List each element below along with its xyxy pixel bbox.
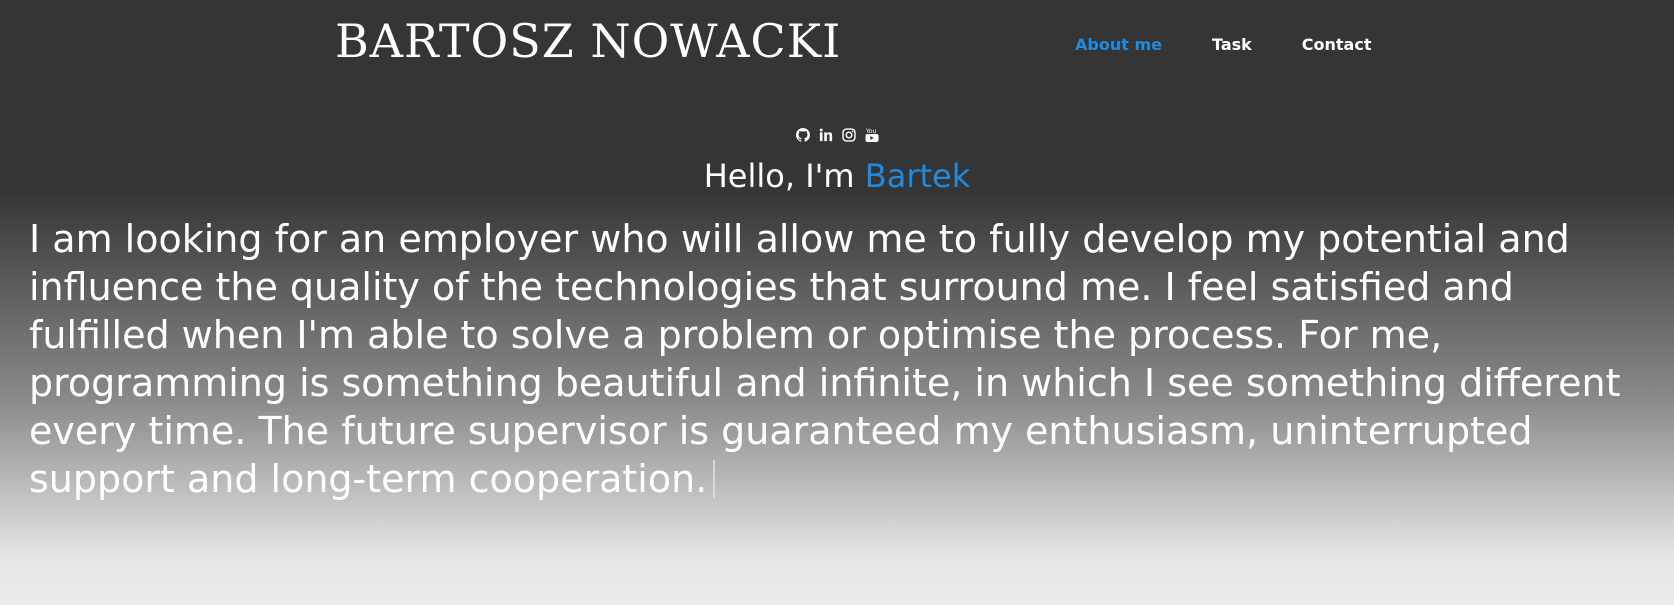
- site-header: BARTOSZ NOWACKI About me Task Contact: [0, 0, 1674, 95]
- nav-task[interactable]: Task: [1212, 35, 1252, 54]
- linkedin-icon[interactable]: [818, 127, 834, 143]
- social-links: You: [0, 127, 1674, 143]
- svg-text:You: You: [865, 128, 877, 135]
- greeting-name: Bartek: [864, 157, 971, 195]
- nav-contact[interactable]: Contact: [1302, 35, 1372, 54]
- nav-about-me[interactable]: About me: [1075, 35, 1162, 54]
- greeting-text: Hello, I'm: [703, 157, 855, 195]
- github-icon[interactable]: [795, 127, 811, 143]
- about-paragraph: I am looking for an employer who will al…: [29, 217, 1621, 501]
- site-logo[interactable]: BARTOSZ NOWACKI: [335, 14, 841, 68]
- typing-cursor: [713, 460, 716, 498]
- about-text: I am looking for an employer who will al…: [29, 215, 1649, 503]
- hero-greeting: Hello, I'm Bartek: [0, 157, 1674, 195]
- instagram-icon[interactable]: [841, 127, 857, 143]
- main-nav: About me Task Contact: [1075, 35, 1421, 54]
- youtube-icon[interactable]: You: [864, 127, 880, 143]
